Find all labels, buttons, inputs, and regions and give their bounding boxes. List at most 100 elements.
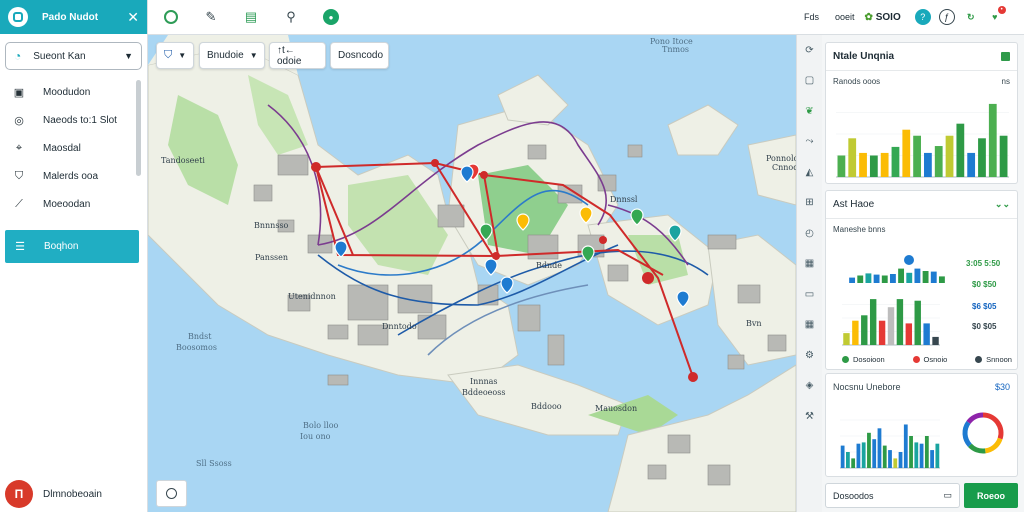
chart-bar	[872, 439, 877, 468]
shield-icon: ⛉	[164, 49, 173, 61]
chart-bar	[967, 152, 976, 177]
record-button[interactable]: ●	[311, 0, 351, 35]
card-value: $30	[994, 382, 1010, 392]
chevron-down-icon[interactable]: ⌄⌄	[995, 199, 1010, 210]
legend-item: Osnoio	[912, 355, 947, 364]
sidebar-item-3[interactable]: ⌖ Maosdal	[0, 134, 147, 162]
record-icon: ●	[323, 9, 339, 25]
stats-card-3: Nocsnu Unebore $30	[825, 373, 1018, 477]
map-route-button[interactable]: ↑t← odoie	[269, 42, 326, 69]
map-mode-dropdown[interactable]: ⛉ ▼	[156, 42, 194, 69]
sidebar-item-6[interactable]: ☰ Boqhon	[5, 230, 139, 263]
chart-bar	[999, 135, 1008, 177]
donut-slice	[962, 420, 972, 448]
map-label: Ponnolo	[766, 154, 796, 163]
sidebar-item-label: Boqhon	[44, 241, 79, 252]
grid-icon[interactable]: ⊞	[797, 188, 822, 219]
chart-bar	[898, 268, 905, 283]
search-button[interactable]: ⚲	[271, 0, 311, 35]
globe-button[interactable]	[151, 0, 191, 35]
sidebar-item-4[interactable]: ⛉ Malerds ooa	[0, 162, 147, 190]
chart-bar	[932, 336, 939, 345]
folder-icon[interactable]: ▭	[797, 279, 822, 310]
close-icon[interactable]: ✕	[127, 9, 139, 26]
map-toolbar: ✎ ▤ ⚲ ●	[148, 0, 796, 35]
chart-bar	[903, 424, 908, 468]
help-icon[interactable]: ?	[914, 9, 931, 25]
sidebar-item-5[interactable]: ⟋ Moeoodan	[0, 190, 147, 218]
tools-icon[interactable]: ⚒	[797, 401, 822, 432]
chart-bar	[923, 323, 930, 345]
info-icon[interactable]: ƒ	[938, 9, 955, 25]
donut-slice	[968, 443, 986, 454]
chart-bar	[889, 274, 896, 283]
route-icon[interactable]: ⤳	[797, 127, 822, 158]
bottom-action-bar: Dosoodos ▭ Roeoo	[825, 483, 1018, 508]
bottom-input[interactable]: Dosoodos ▭	[825, 483, 960, 508]
sidebar-item-2[interactable]: ◎ Naeods to:1 Slot	[0, 106, 147, 134]
compass-icon[interactable]: ◈	[797, 371, 822, 402]
map-label: Bddooo	[531, 402, 562, 411]
chart-bar	[846, 452, 850, 468]
chart-bar	[924, 436, 929, 468]
app-logo-icon	[8, 7, 28, 27]
shirt-icon: ⛉	[14, 169, 24, 182]
chart-bar	[882, 445, 887, 468]
location-select[interactable]: ◔ Sueont Kan ▼	[5, 42, 142, 70]
chart-bar	[893, 458, 898, 468]
card-subtitle: Maneshe bnns	[833, 225, 886, 234]
map-label: Tandoseeti	[161, 156, 205, 165]
stat-value: 3:05 5:50	[966, 259, 1001, 268]
map-view[interactable]: Pono Itoce Tnmos Tandoseeti Ponnolo Cnno…	[148, 35, 796, 512]
leaf-icon[interactable]: ❦	[797, 96, 822, 127]
location-icon: ◔	[14, 49, 22, 63]
sync-icon[interactable]: ↻	[963, 9, 979, 25]
settings-icon[interactable]: ⚙	[797, 340, 822, 371]
card-subheader: Nocsnu Unebore $30	[826, 374, 1017, 392]
chart-bar	[856, 443, 861, 468]
chart-bar	[930, 271, 937, 283]
submit-button[interactable]: Roeoo	[964, 483, 1018, 508]
chart-bar	[906, 272, 913, 283]
chart-bar	[869, 299, 877, 345]
chart-bar	[859, 152, 867, 177]
sidebar-item-1[interactable]: ▣ Moodudon	[0, 78, 147, 106]
menu-icon: ☰	[15, 241, 25, 253]
notification-icon[interactable]: ♥ •	[987, 6, 1006, 25]
map-label: Dnntodo	[382, 322, 417, 331]
sidebar-scrollbar[interactable]	[136, 80, 141, 176]
bookmark-icon[interactable]: ▢	[797, 66, 822, 97]
app-title: Pado Nudot	[42, 11, 99, 23]
chart-bar	[930, 450, 934, 468]
globe-icon	[164, 10, 178, 24]
refresh-icon[interactable]: ⟳	[797, 35, 822, 66]
user-profile[interactable]: Π Dlmnobeoain	[5, 480, 102, 508]
card-subtitle: Ranods ooos	[833, 77, 881, 86]
draw-button[interactable]: ✎	[191, 0, 231, 35]
expand-icon[interactable]	[1001, 52, 1010, 61]
table-icon[interactable]: ▦	[797, 310, 822, 341]
stat-value: $0 $05	[972, 322, 997, 331]
map-label: Iou ono	[300, 432, 331, 441]
user-name: Dlmnobeoain	[43, 488, 102, 500]
locate-button[interactable]	[156, 480, 187, 507]
donut-slice	[966, 412, 984, 425]
chart-bar	[840, 445, 845, 468]
chart-legend: Dosoioon Osnoio Snnoon	[842, 355, 1012, 364]
chart-bar	[887, 307, 895, 345]
layers-button[interactable]: ▤	[231, 0, 271, 35]
map-label: Cnnodo	[772, 163, 796, 172]
clock-icon[interactable]: ◴	[797, 218, 822, 249]
chart-bar	[902, 129, 911, 177]
legend-item: Snnoon	[975, 355, 1012, 364]
card-header: Ntale Unqnia	[826, 43, 1017, 71]
sidebar-item-label: Moeoodan	[43, 198, 91, 210]
map-filter-dropdown[interactable]: Bnudoie ▼	[199, 42, 265, 69]
car-icon[interactable]: ◭	[797, 157, 822, 188]
chart-bar	[888, 450, 892, 468]
map-label: Sll Ssoss	[196, 459, 232, 468]
table-icon[interactable]: ▦	[797, 249, 822, 280]
chart-bar	[988, 103, 997, 177]
avatar: Π	[5, 480, 33, 508]
map-option-button[interactable]: Dosncodo	[330, 42, 389, 69]
